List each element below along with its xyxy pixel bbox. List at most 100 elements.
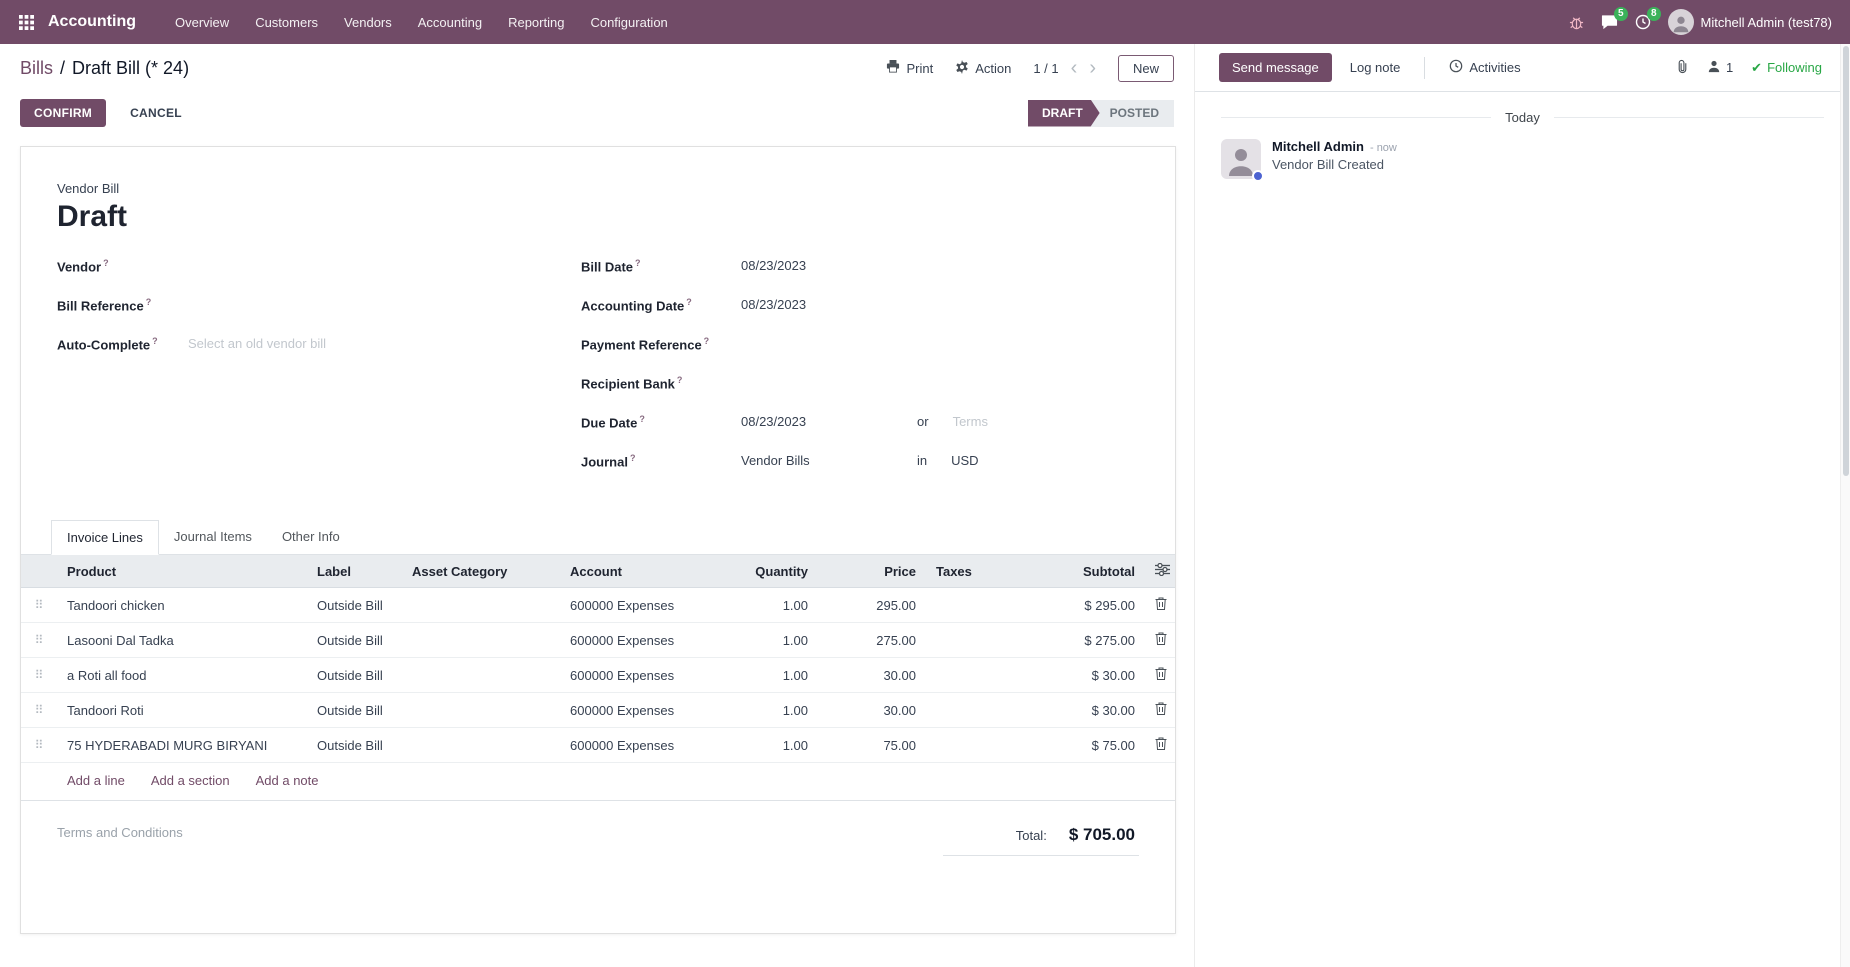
- followers-button[interactable]: 1: [1707, 60, 1733, 76]
- cancel-button[interactable]: CANCEL: [120, 99, 192, 127]
- cell-label[interactable]: Outside Bill: [307, 588, 402, 623]
- drag-handle-icon[interactable]: ⠿: [21, 693, 57, 728]
- journal-input[interactable]: Vendor Bills: [741, 453, 917, 468]
- pager: 1 / 1 ‹ ›: [1033, 58, 1096, 78]
- activities-button[interactable]: Activities: [1437, 52, 1532, 83]
- vertical-scrollbar[interactable]: [1840, 44, 1850, 967]
- cell-asset-category[interactable]: [402, 728, 560, 763]
- control-panel-actions: Print Action 1 / 1 ‹ › New: [886, 55, 1174, 82]
- breadcrumb-bills-link[interactable]: Bills: [20, 58, 53, 79]
- pager-next-icon[interactable]: ›: [1089, 58, 1096, 78]
- cell-account[interactable]: 600000 Expenses: [560, 728, 710, 763]
- tab-journal-items[interactable]: Journal Items: [159, 520, 267, 554]
- cell-product[interactable]: Tandoori Roti: [57, 693, 307, 728]
- cell-taxes[interactable]: [926, 693, 1019, 728]
- bill-date-input[interactable]: 08/23/2023: [741, 258, 917, 273]
- cell-quantity[interactable]: 1.00: [710, 693, 818, 728]
- print-button[interactable]: Print: [886, 60, 933, 76]
- recipient-bank-input[interactable]: [741, 375, 917, 393]
- delete-line-icon[interactable]: [1145, 728, 1175, 763]
- apps-grid-icon[interactable]: [10, 6, 42, 38]
- user-menu[interactable]: Mitchell Admin (test78): [1668, 9, 1833, 35]
- state-draft[interactable]: DRAFT: [1028, 100, 1100, 127]
- accounting-date-input[interactable]: 08/23/2023: [741, 297, 917, 312]
- delete-line-icon[interactable]: [1145, 693, 1175, 728]
- messages-icon[interactable]: 5: [1601, 14, 1618, 30]
- due-date-input[interactable]: 08/23/2023: [741, 414, 917, 429]
- menu-reporting[interactable]: Reporting: [497, 9, 575, 36]
- cell-price[interactable]: 275.00: [818, 623, 926, 658]
- cell-price[interactable]: 30.00: [818, 658, 926, 693]
- payment-reference-label: Payment Reference?: [581, 336, 741, 352]
- cell-account[interactable]: 600000 Expenses: [560, 623, 710, 658]
- cell-taxes[interactable]: [926, 623, 1019, 658]
- terms-conditions-input[interactable]: Terms and Conditions: [57, 825, 183, 840]
- cell-quantity[interactable]: 1.00: [710, 588, 818, 623]
- menu-configuration[interactable]: Configuration: [579, 9, 678, 36]
- auto-complete-input[interactable]: Select an old vendor bill: [188, 336, 326, 351]
- cell-asset-category[interactable]: [402, 623, 560, 658]
- add-note-link[interactable]: Add a note: [256, 773, 319, 788]
- cell-product[interactable]: Tandoori chicken: [57, 588, 307, 623]
- cell-product[interactable]: 75 HYDERABADI MURG BIRYANI: [57, 728, 307, 763]
- activities-clock-icon[interactable]: 8: [1635, 14, 1651, 30]
- send-message-button[interactable]: Send message: [1219, 53, 1332, 82]
- action-button[interactable]: Action: [955, 60, 1011, 77]
- cell-account[interactable]: 600000 Expenses: [560, 658, 710, 693]
- cell-label[interactable]: Outside Bill: [307, 623, 402, 658]
- drag-handle-icon[interactable]: ⠿: [21, 658, 57, 693]
- add-section-link[interactable]: Add a section: [151, 773, 230, 788]
- drag-handle-icon[interactable]: ⠿: [21, 728, 57, 763]
- pager-value[interactable]: 1 / 1: [1033, 61, 1058, 76]
- drag-handle-icon[interactable]: ⠿: [21, 623, 57, 658]
- cell-label[interactable]: Outside Bill: [307, 728, 402, 763]
- payment-terms-input[interactable]: Terms: [953, 414, 988, 429]
- delete-line-icon[interactable]: [1145, 658, 1175, 693]
- tab-invoice-lines[interactable]: Invoice Lines: [51, 520, 159, 555]
- menu-overview[interactable]: Overview: [164, 9, 240, 36]
- pager-previous-icon[interactable]: ‹: [1071, 58, 1078, 78]
- log-note-button[interactable]: Log note: [1338, 53, 1413, 82]
- cell-product[interactable]: Lasooni Dal Tadka: [57, 623, 307, 658]
- cell-asset-category[interactable]: [402, 693, 560, 728]
- cell-account[interactable]: 600000 Expenses: [560, 588, 710, 623]
- cell-quantity[interactable]: 1.00: [710, 623, 818, 658]
- currency-input[interactable]: USD: [951, 453, 978, 468]
- cell-price[interactable]: 30.00: [818, 693, 926, 728]
- invoice-lines-table: Product Label Asset Category Account Qua…: [21, 555, 1175, 763]
- menu-vendors[interactable]: Vendors: [333, 9, 403, 36]
- cell-taxes[interactable]: [926, 658, 1019, 693]
- tab-other-info[interactable]: Other Info: [267, 520, 355, 554]
- new-button[interactable]: New: [1118, 55, 1174, 82]
- add-line-link[interactable]: Add a line: [67, 773, 125, 788]
- delete-line-icon[interactable]: [1145, 588, 1175, 623]
- cell-account[interactable]: 600000 Expenses: [560, 693, 710, 728]
- attachment-paperclip-icon[interactable]: [1676, 59, 1689, 77]
- app-brand[interactable]: Accounting: [48, 13, 136, 31]
- cell-product[interactable]: a Roti all food: [57, 658, 307, 693]
- drag-handle-icon[interactable]: ⠿: [21, 588, 57, 623]
- scrollbar-thumb[interactable]: [1843, 46, 1849, 476]
- confirm-button[interactable]: CONFIRM: [20, 99, 106, 127]
- following-button[interactable]: ✔ Following: [1751, 60, 1822, 76]
- cell-quantity[interactable]: 1.00: [710, 658, 818, 693]
- cell-price[interactable]: 75.00: [818, 728, 926, 763]
- vendor-input[interactable]: [188, 258, 364, 276]
- payment-reference-input[interactable]: [741, 336, 917, 354]
- cell-taxes[interactable]: [926, 728, 1019, 763]
- menu-accounting[interactable]: Accounting: [407, 9, 493, 36]
- cell-label[interactable]: Outside Bill: [307, 658, 402, 693]
- debug-bug-icon[interactable]: [1569, 15, 1584, 30]
- menu-customers[interactable]: Customers: [244, 9, 329, 36]
- cell-taxes[interactable]: [926, 588, 1019, 623]
- optional-columns-icon[interactable]: [1145, 555, 1175, 588]
- cell-label[interactable]: Outside Bill: [307, 693, 402, 728]
- bill-reference-input[interactable]: [188, 297, 364, 315]
- delete-line-icon[interactable]: [1145, 623, 1175, 658]
- cell-asset-category[interactable]: [402, 658, 560, 693]
- cell-asset-category[interactable]: [402, 588, 560, 623]
- cell-price[interactable]: 295.00: [818, 588, 926, 623]
- field-recipient-bank: Recipient Bank?: [581, 375, 1139, 414]
- state-posted[interactable]: POSTED: [1091, 100, 1174, 127]
- cell-quantity[interactable]: 1.00: [710, 728, 818, 763]
